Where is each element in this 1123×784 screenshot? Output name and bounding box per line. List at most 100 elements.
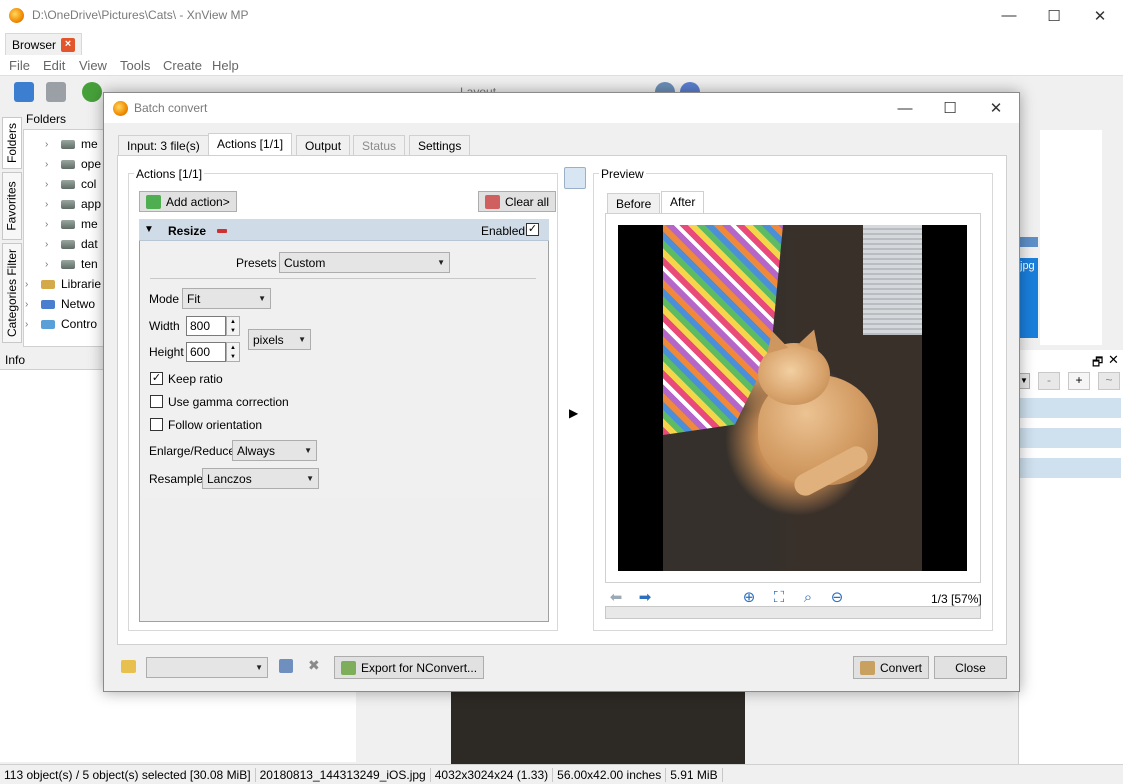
drive-icon — [61, 139, 75, 149]
action-panel-empty-area — [140, 498, 548, 621]
height-input[interactable]: 600 — [186, 342, 226, 362]
menu-help[interactable]: Help — [212, 58, 239, 73]
drive-icon — [61, 239, 75, 249]
export-nconvert-button[interactable]: Export for NConvert... — [334, 656, 485, 679]
status-dimensions: 4032x3024x24 (1.33) — [431, 767, 554, 782]
preview-horizontal-scrollbar[interactable] — [605, 606, 981, 619]
preset-file-select[interactable]: ▼ — [146, 657, 268, 678]
minimize-button[interactable]: — — [986, 0, 1032, 31]
file-type-badge — [1018, 237, 1038, 247]
zoom-actual-icon[interactable]: ⌕ — [800, 590, 816, 606]
chevron-down-icon: ▼ — [298, 335, 306, 344]
presets-select[interactable]: Custom ▼ — [279, 252, 450, 273]
preview-toggle-icon[interactable] — [564, 167, 586, 189]
width-spinner[interactable]: ▲ ▼ — [226, 316, 240, 336]
drive-icon — [61, 219, 75, 229]
orientation-checkbox[interactable] — [150, 418, 163, 431]
unit-select[interactable]: pixels ▼ — [248, 329, 311, 350]
plus-button[interactable]: + — [1068, 372, 1090, 390]
enlarge-reduce-select[interactable]: Always ▼ — [232, 440, 317, 461]
zoom-in-icon[interactable]: ⊕ — [741, 590, 757, 606]
tab-favorites[interactable]: Favorites — [2, 172, 22, 240]
preview-tab-before[interactable]: Before — [607, 193, 661, 214]
cat-head-shape — [758, 326, 830, 405]
tree-item[interactable]: › me — [45, 215, 98, 233]
batch-convert-dialog: Batch convert — ☐ ✕ Input: 3 file(s) Act… — [103, 92, 1020, 692]
add-icon — [146, 194, 161, 209]
tree-item-libraries[interactable]: › Librarie — [25, 275, 101, 293]
remove-action-icon[interactable] — [217, 229, 227, 233]
minus-button[interactable]: - — [1038, 372, 1060, 390]
menu-edit[interactable]: Edit — [43, 58, 65, 73]
tab-input[interactable]: Input: 3 file(s) — [118, 135, 209, 156]
previous-arrow-icon[interactable]: ⬅ — [608, 590, 624, 606]
collapse-triangle-icon[interactable]: ▼ — [144, 224, 154, 235]
vertical-scrollbar[interactable] — [1102, 130, 1123, 345]
close-panel-icon[interactable]: ✕ — [1108, 352, 1119, 368]
tab-categories-filter[interactable]: Categories Filter — [2, 243, 22, 343]
fit-to-window-icon[interactable]: ⛶ — [771, 590, 787, 606]
tree-item-network[interactable]: › Netwo — [25, 295, 95, 313]
resample-select[interactable]: Lanczos ▼ — [202, 468, 319, 489]
image-view-icon[interactable] — [14, 82, 34, 102]
tab-output[interactable]: Output — [296, 135, 351, 156]
restore-panel-icon[interactable]: 🗗 — [1092, 353, 1103, 374]
cat-ear-shape — [761, 328, 789, 354]
tree-item-control-panel[interactable]: › Contro — [25, 315, 97, 333]
width-input[interactable]: 800 — [186, 316, 226, 336]
delete-icon[interactable]: ✖ — [308, 657, 320, 674]
preview-tab-after[interactable]: After — [661, 191, 705, 214]
list-item[interactable] — [1019, 428, 1121, 448]
enlarge-reduce-label: Enlarge/Reduce — [149, 444, 236, 458]
tree-item[interactable]: › col — [45, 175, 96, 193]
dialog-maximize-button[interactable]: ☐ — [927, 93, 973, 123]
preview-group-label: Preview — [599, 167, 646, 181]
list-item[interactable] — [1019, 398, 1121, 418]
tree-item[interactable]: › dat — [45, 235, 98, 253]
status-file-size: 5.91 MiB — [666, 767, 723, 782]
tab-folders[interactable]: Folders — [2, 117, 22, 169]
close-tab-icon[interactable]: × — [61, 37, 76, 52]
open-folder-icon[interactable] — [121, 660, 136, 673]
enabled-label: Enabled — [481, 224, 526, 238]
save-icon[interactable] — [279, 659, 293, 673]
clear-all-button[interactable]: Clear all — [478, 191, 557, 212]
menu-view[interactable]: View — [79, 58, 107, 73]
dialog-close-button[interactable]: ✕ — [973, 93, 1019, 123]
apply-arrow-icon[interactable]: ▶ — [569, 406, 578, 420]
maximize-button[interactable]: ☐ — [1031, 0, 1077, 31]
width-label: Width — [149, 319, 180, 333]
list-item[interactable] — [1019, 458, 1121, 478]
menu-file[interactable]: File — [9, 58, 30, 73]
fullscreen-icon[interactable] — [46, 82, 66, 102]
menu-create[interactable]: Create — [163, 58, 202, 73]
dialog-minimize-button[interactable]: — — [882, 93, 928, 123]
zoom-out-icon[interactable]: ⊖ — [829, 590, 845, 606]
chevron-down-icon: ▼ — [437, 258, 445, 267]
keep-ratio-checkbox[interactable]: ✓ — [150, 372, 163, 385]
gamma-checkbox[interactable] — [150, 395, 163, 408]
height-spinner[interactable]: ▲ ▼ — [226, 342, 240, 362]
tab-settings[interactable]: Settings — [409, 135, 471, 156]
tree-item[interactable]: › ope — [45, 155, 101, 173]
mode-select[interactable]: Fit ▼ — [182, 288, 271, 309]
tree-item[interactable]: › app — [45, 195, 101, 213]
convert-icon — [860, 660, 875, 675]
enabled-checkbox[interactable]: ✓ — [526, 223, 539, 236]
refresh-icon[interactable] — [82, 82, 102, 102]
add-action-button[interactable]: Add action> — [139, 191, 237, 212]
convert-button[interactable]: Convert — [853, 656, 930, 679]
menubar: File Edit View Tools Create Help — [0, 56, 1123, 76]
menu-tools[interactable]: Tools — [120, 58, 150, 73]
close-window-button[interactable]: ✕ — [1077, 0, 1123, 31]
gamma-label: Use gamma correction — [168, 395, 289, 409]
tree-item[interactable]: › ten — [45, 255, 98, 273]
tab-actions[interactable]: Actions [1/1] — [208, 133, 293, 156]
main-titlebar: D:\OneDrive\Pictures\Cats\ - XnView MP —… — [0, 0, 1123, 31]
orientation-label: Follow orientation — [168, 418, 263, 432]
tilde-button[interactable]: ~ — [1098, 372, 1120, 390]
tree-item[interactable]: › me — [45, 135, 98, 153]
close-button[interactable]: Close — [934, 656, 1007, 679]
next-arrow-icon[interactable]: ➡ — [637, 590, 653, 606]
tab-browser[interactable]: Browser × — [5, 33, 83, 55]
